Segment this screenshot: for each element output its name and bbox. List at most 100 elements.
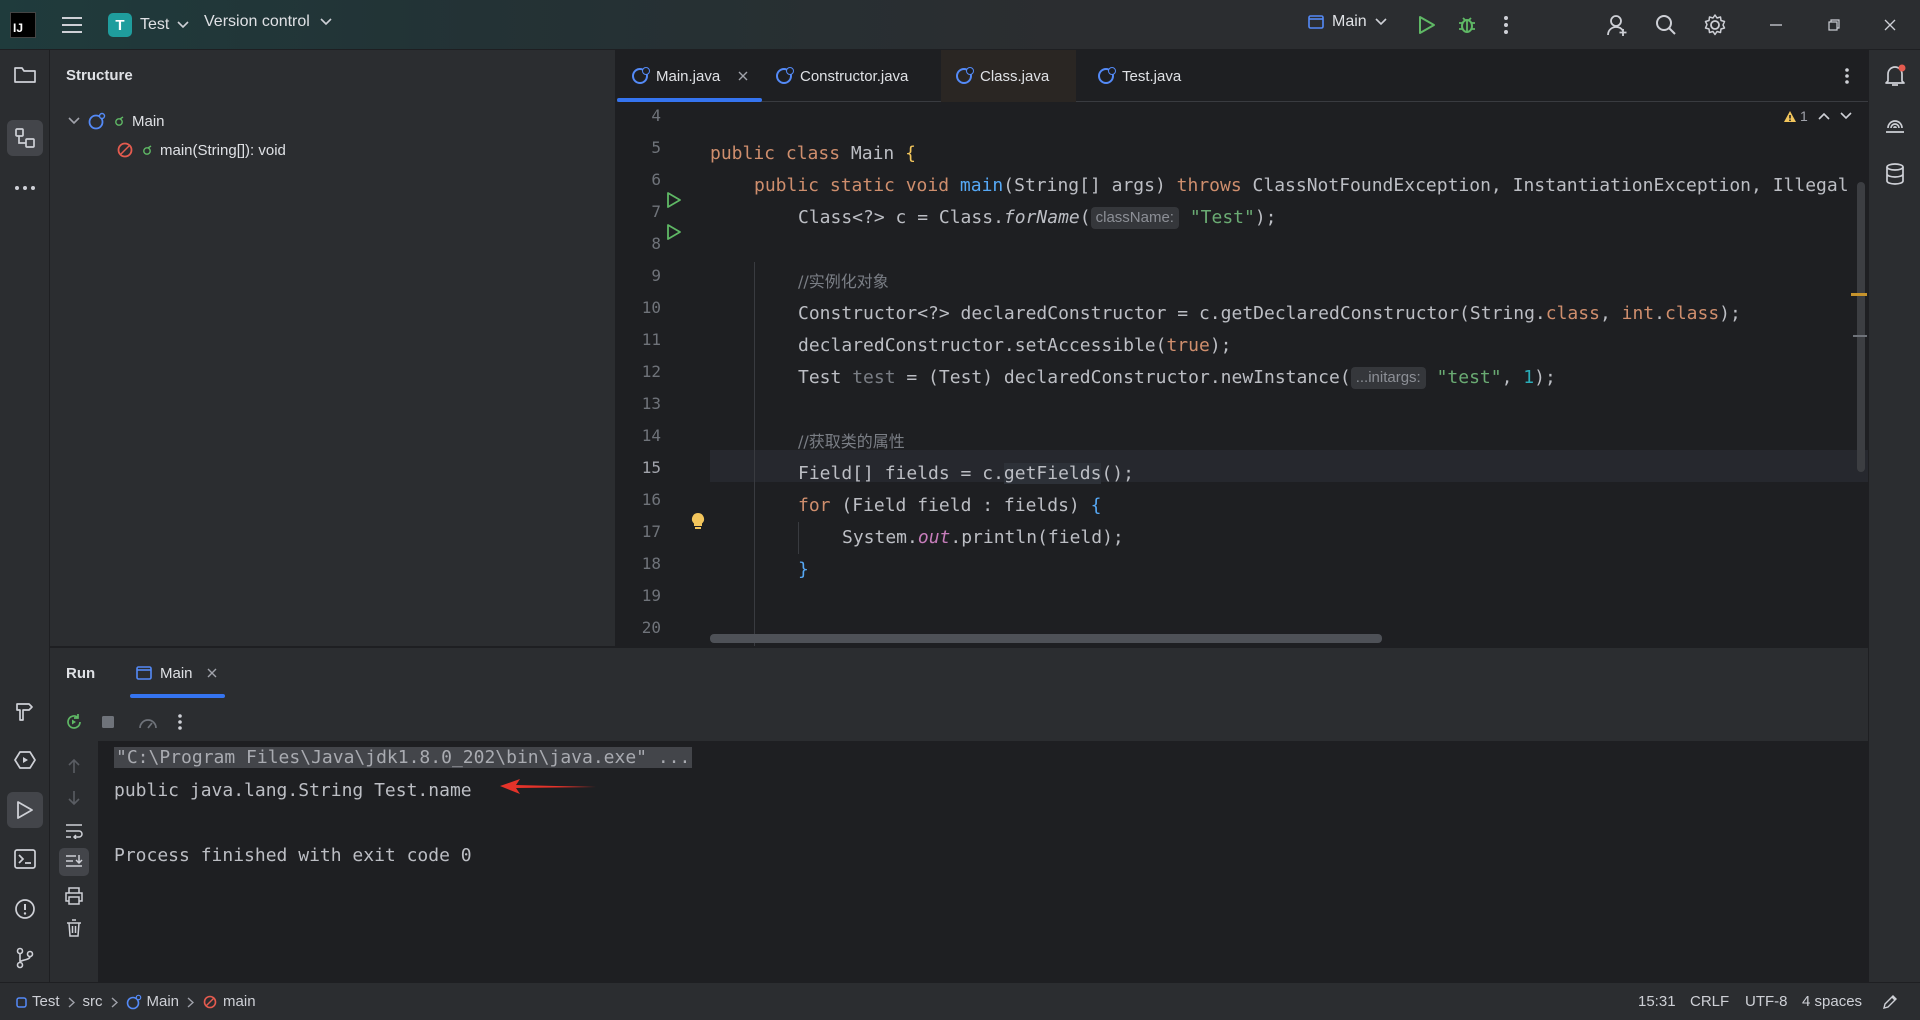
profiler-icon[interactable]	[136, 710, 160, 734]
run-icon[interactable]	[1414, 12, 1440, 38]
parameter-hint: className:	[1090, 207, 1179, 229]
class-icon	[88, 112, 106, 130]
indent-setting[interactable]: 4 spaces	[1802, 983, 1862, 1020]
editor-gutter: 4 5 6 7 8 9 10 11 12 13 14 15 16 17 18 1…	[617, 102, 710, 646]
build-tool-button[interactable]	[7, 693, 43, 729]
line-separator[interactable]: CRLF	[1690, 983, 1729, 1020]
line-number: 19	[641, 586, 661, 605]
debug-icon[interactable]	[1454, 12, 1480, 38]
tab-constructor-java[interactable]: Constructor.java	[761, 50, 941, 102]
caret-position[interactable]: 15:31	[1638, 983, 1676, 1020]
console-output[interactable]: "C:\Program Files\Java\jdk1.8.0_202\bin\…	[98, 741, 1868, 983]
run-config-selector[interactable]: Main	[1308, 13, 1387, 31]
edit-lock-icon[interactable]	[1880, 983, 1900, 1020]
project-tool-button[interactable]	[7, 57, 43, 93]
services-icon	[14, 749, 36, 771]
editor-tab-bar: Main.java Constructor.java Class.java Te…	[617, 50, 1868, 102]
terminal-tool-button[interactable]	[7, 841, 43, 877]
breadcrumb-item-project[interactable]: Test	[16, 983, 60, 1020]
vcs-widget[interactable]: Version control	[204, 13, 332, 31]
tab-class-java[interactable]: Class.java	[941, 50, 1076, 102]
breadcrumb: Test src Main main	[16, 983, 256, 1020]
run-panel-title: Run	[66, 665, 96, 682]
restore-icon[interactable]	[1822, 12, 1846, 38]
gear-icon[interactable]	[1701, 11, 1729, 39]
add-user-icon[interactable]	[1604, 11, 1632, 39]
code-line-12: Test test = (Test) declaredConstructor.n…	[798, 367, 1556, 389]
hammer-icon	[14, 700, 36, 722]
run-tool-button[interactable]	[7, 792, 43, 828]
code-line-7: Class<?> c = Class.forName(className: "T…	[798, 207, 1277, 229]
breadcrumb-item-main-method[interactable]: main	[202, 983, 256, 1020]
indent-guide	[754, 262, 755, 646]
warning-count: 1	[1800, 108, 1808, 124]
chevron-up-icon[interactable]	[1818, 112, 1830, 120]
main-menu-icon[interactable]	[58, 12, 86, 38]
breadcrumb-item-src[interactable]: src	[83, 983, 103, 1020]
tree-node-main-class[interactable]: Main	[68, 112, 165, 130]
minimize-icon[interactable]	[1764, 12, 1788, 38]
breadcrumb-item-main-class[interactable]: Main	[126, 983, 179, 1020]
trash-icon[interactable]	[62, 916, 86, 940]
code-view[interactable]: public class Main { public static void m…	[710, 102, 1850, 646]
project-widget[interactable]: T Test	[108, 13, 189, 37]
more-vertical-icon[interactable]	[1496, 12, 1516, 38]
status-bar: Test src Main main 15:31 CRLF UTF-8 4 sp…	[0, 982, 1920, 1020]
rerun-icon[interactable]	[62, 710, 86, 734]
indent-guide	[798, 522, 799, 554]
intention-bulb-icon[interactable]	[689, 511, 707, 531]
soft-wrap-icon[interactable]	[62, 819, 86, 843]
chevron-down-icon[interactable]	[68, 117, 80, 125]
horizontal-scrollbar-thumb[interactable]	[710, 634, 1382, 643]
class-icon	[632, 67, 650, 84]
close-window-icon[interactable]	[1878, 12, 1902, 38]
run-gutter-icon[interactable]	[665, 190, 683, 210]
problems-tool-button[interactable]	[7, 891, 43, 927]
structure-tool-button[interactable]	[7, 120, 43, 156]
tab-options-icon[interactable]	[1839, 64, 1855, 88]
console-command: "C:\Program Files\Java\jdk1.8.0_202\bin\…	[114, 747, 693, 768]
line-number: 18	[641, 554, 661, 573]
console-line: Process finished with exit code 0	[114, 845, 472, 866]
breadcrumb-label: main	[223, 993, 256, 1010]
tab-label: Main.java	[656, 67, 721, 85]
line-number: 20	[641, 618, 661, 637]
scroll-to-end-icon[interactable]	[59, 848, 89, 876]
file-encoding[interactable]: UTF-8	[1745, 983, 1788, 1020]
inspection-widget[interactable]: 1	[1783, 108, 1852, 124]
structure-title: Structure	[66, 67, 133, 84]
right-tool-strip	[1868, 50, 1920, 982]
scroll-up-icon[interactable]	[62, 754, 86, 778]
run-icon	[16, 800, 34, 820]
run-gutter-icon[interactable]	[665, 222, 683, 242]
run-tab-main[interactable]: Main	[130, 648, 223, 698]
run-tool-window: Run Main "C:\Program Files\Java\jdk1.8.0…	[50, 647, 1868, 983]
close-tab-icon[interactable]	[207, 668, 217, 678]
bell-icon[interactable]	[1881, 62, 1909, 90]
stop-icon[interactable]	[96, 710, 120, 734]
parameter-hint: ...initargs:	[1350, 367, 1426, 389]
scroll-down-icon[interactable]	[62, 786, 86, 810]
close-tab-icon[interactable]	[738, 71, 748, 81]
chevron-down-icon	[1375, 18, 1387, 26]
search-icon[interactable]	[1652, 11, 1680, 39]
git-tool-button[interactable]	[7, 940, 43, 976]
git-icon	[15, 947, 35, 969]
ai-icon[interactable]	[1881, 111, 1909, 139]
warning-marker[interactable]	[1851, 293, 1867, 296]
services-tool-button[interactable]	[7, 742, 43, 778]
more-tools-button[interactable]	[7, 170, 43, 206]
intellij-logo[interactable]: IJ	[10, 12, 36, 38]
vertical-scrollbar-thumb[interactable]	[1857, 182, 1865, 472]
tree-node-main-method[interactable]: main(String[]): void	[116, 141, 286, 159]
code-line-17: System.out.println(field);	[842, 527, 1124, 548]
database-icon[interactable]	[1881, 160, 1909, 188]
chevron-down-icon	[177, 21, 189, 29]
more-vertical-icon[interactable]	[170, 710, 190, 734]
tab-test-java[interactable]: Test.java	[1083, 50, 1223, 102]
chevron-down-icon[interactable]	[1840, 112, 1852, 120]
application-icon	[1308, 15, 1324, 29]
print-icon[interactable]	[62, 884, 86, 908]
tab-main-java[interactable]: Main.java	[617, 50, 762, 102]
line-number: 13	[641, 394, 661, 413]
